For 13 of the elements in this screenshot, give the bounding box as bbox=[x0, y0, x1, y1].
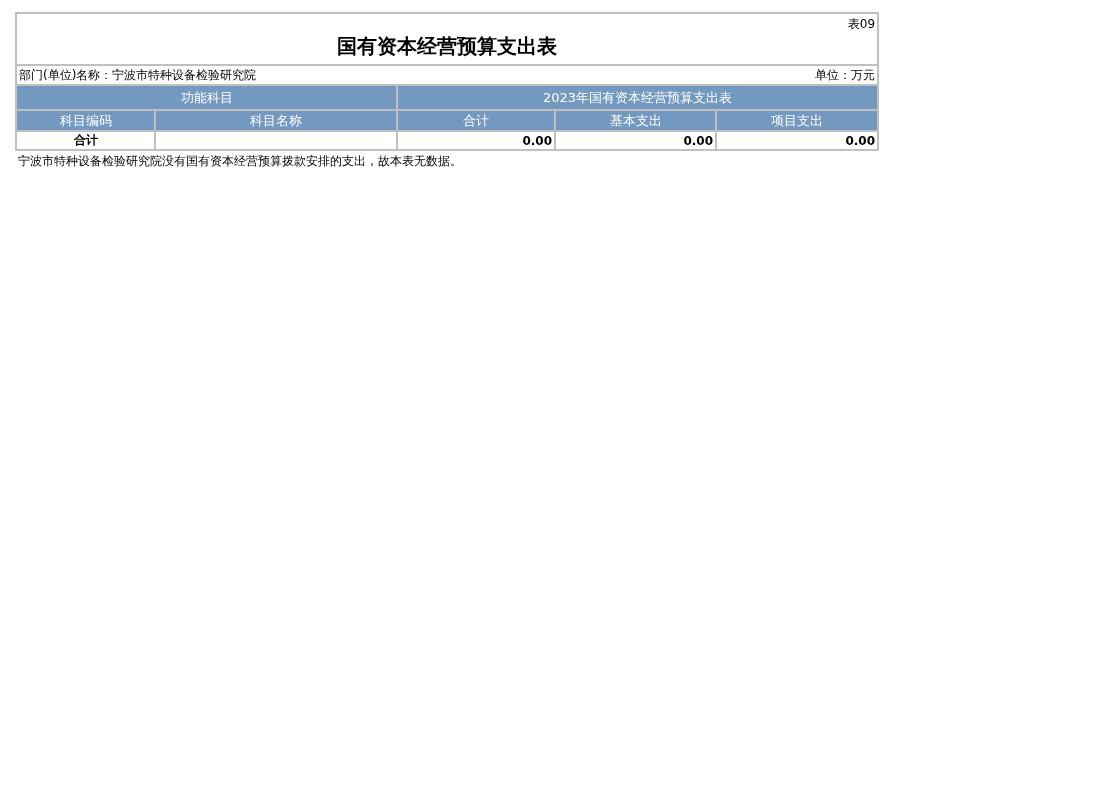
table-cell: 0.00 bbox=[716, 131, 879, 150]
column-header: 科目编码 bbox=[16, 110, 155, 131]
table-number: 表09 bbox=[847, 17, 876, 31]
table-cell: 0.00 bbox=[397, 131, 555, 150]
table-cell: 0.00 bbox=[555, 131, 716, 150]
column-group-header: 2023年国有资本经营预算支出表 bbox=[397, 85, 879, 110]
column-group-header: 功能科目 bbox=[16, 85, 397, 110]
column-header: 科目名称 bbox=[155, 110, 397, 131]
department-name: 部门(单位)名称：宁波市特种设备检验研究院 bbox=[19, 66, 257, 84]
table-title: 国有资本经营预算支出表 bbox=[337, 34, 557, 58]
note-text: 宁波市特种设备检验研究院没有国有资本经营预算拨款安排的支出，故本表无数据。 bbox=[17, 153, 463, 170]
table-cell: 合计 bbox=[16, 131, 155, 150]
unit-label: 单位：万元 bbox=[815, 66, 876, 84]
